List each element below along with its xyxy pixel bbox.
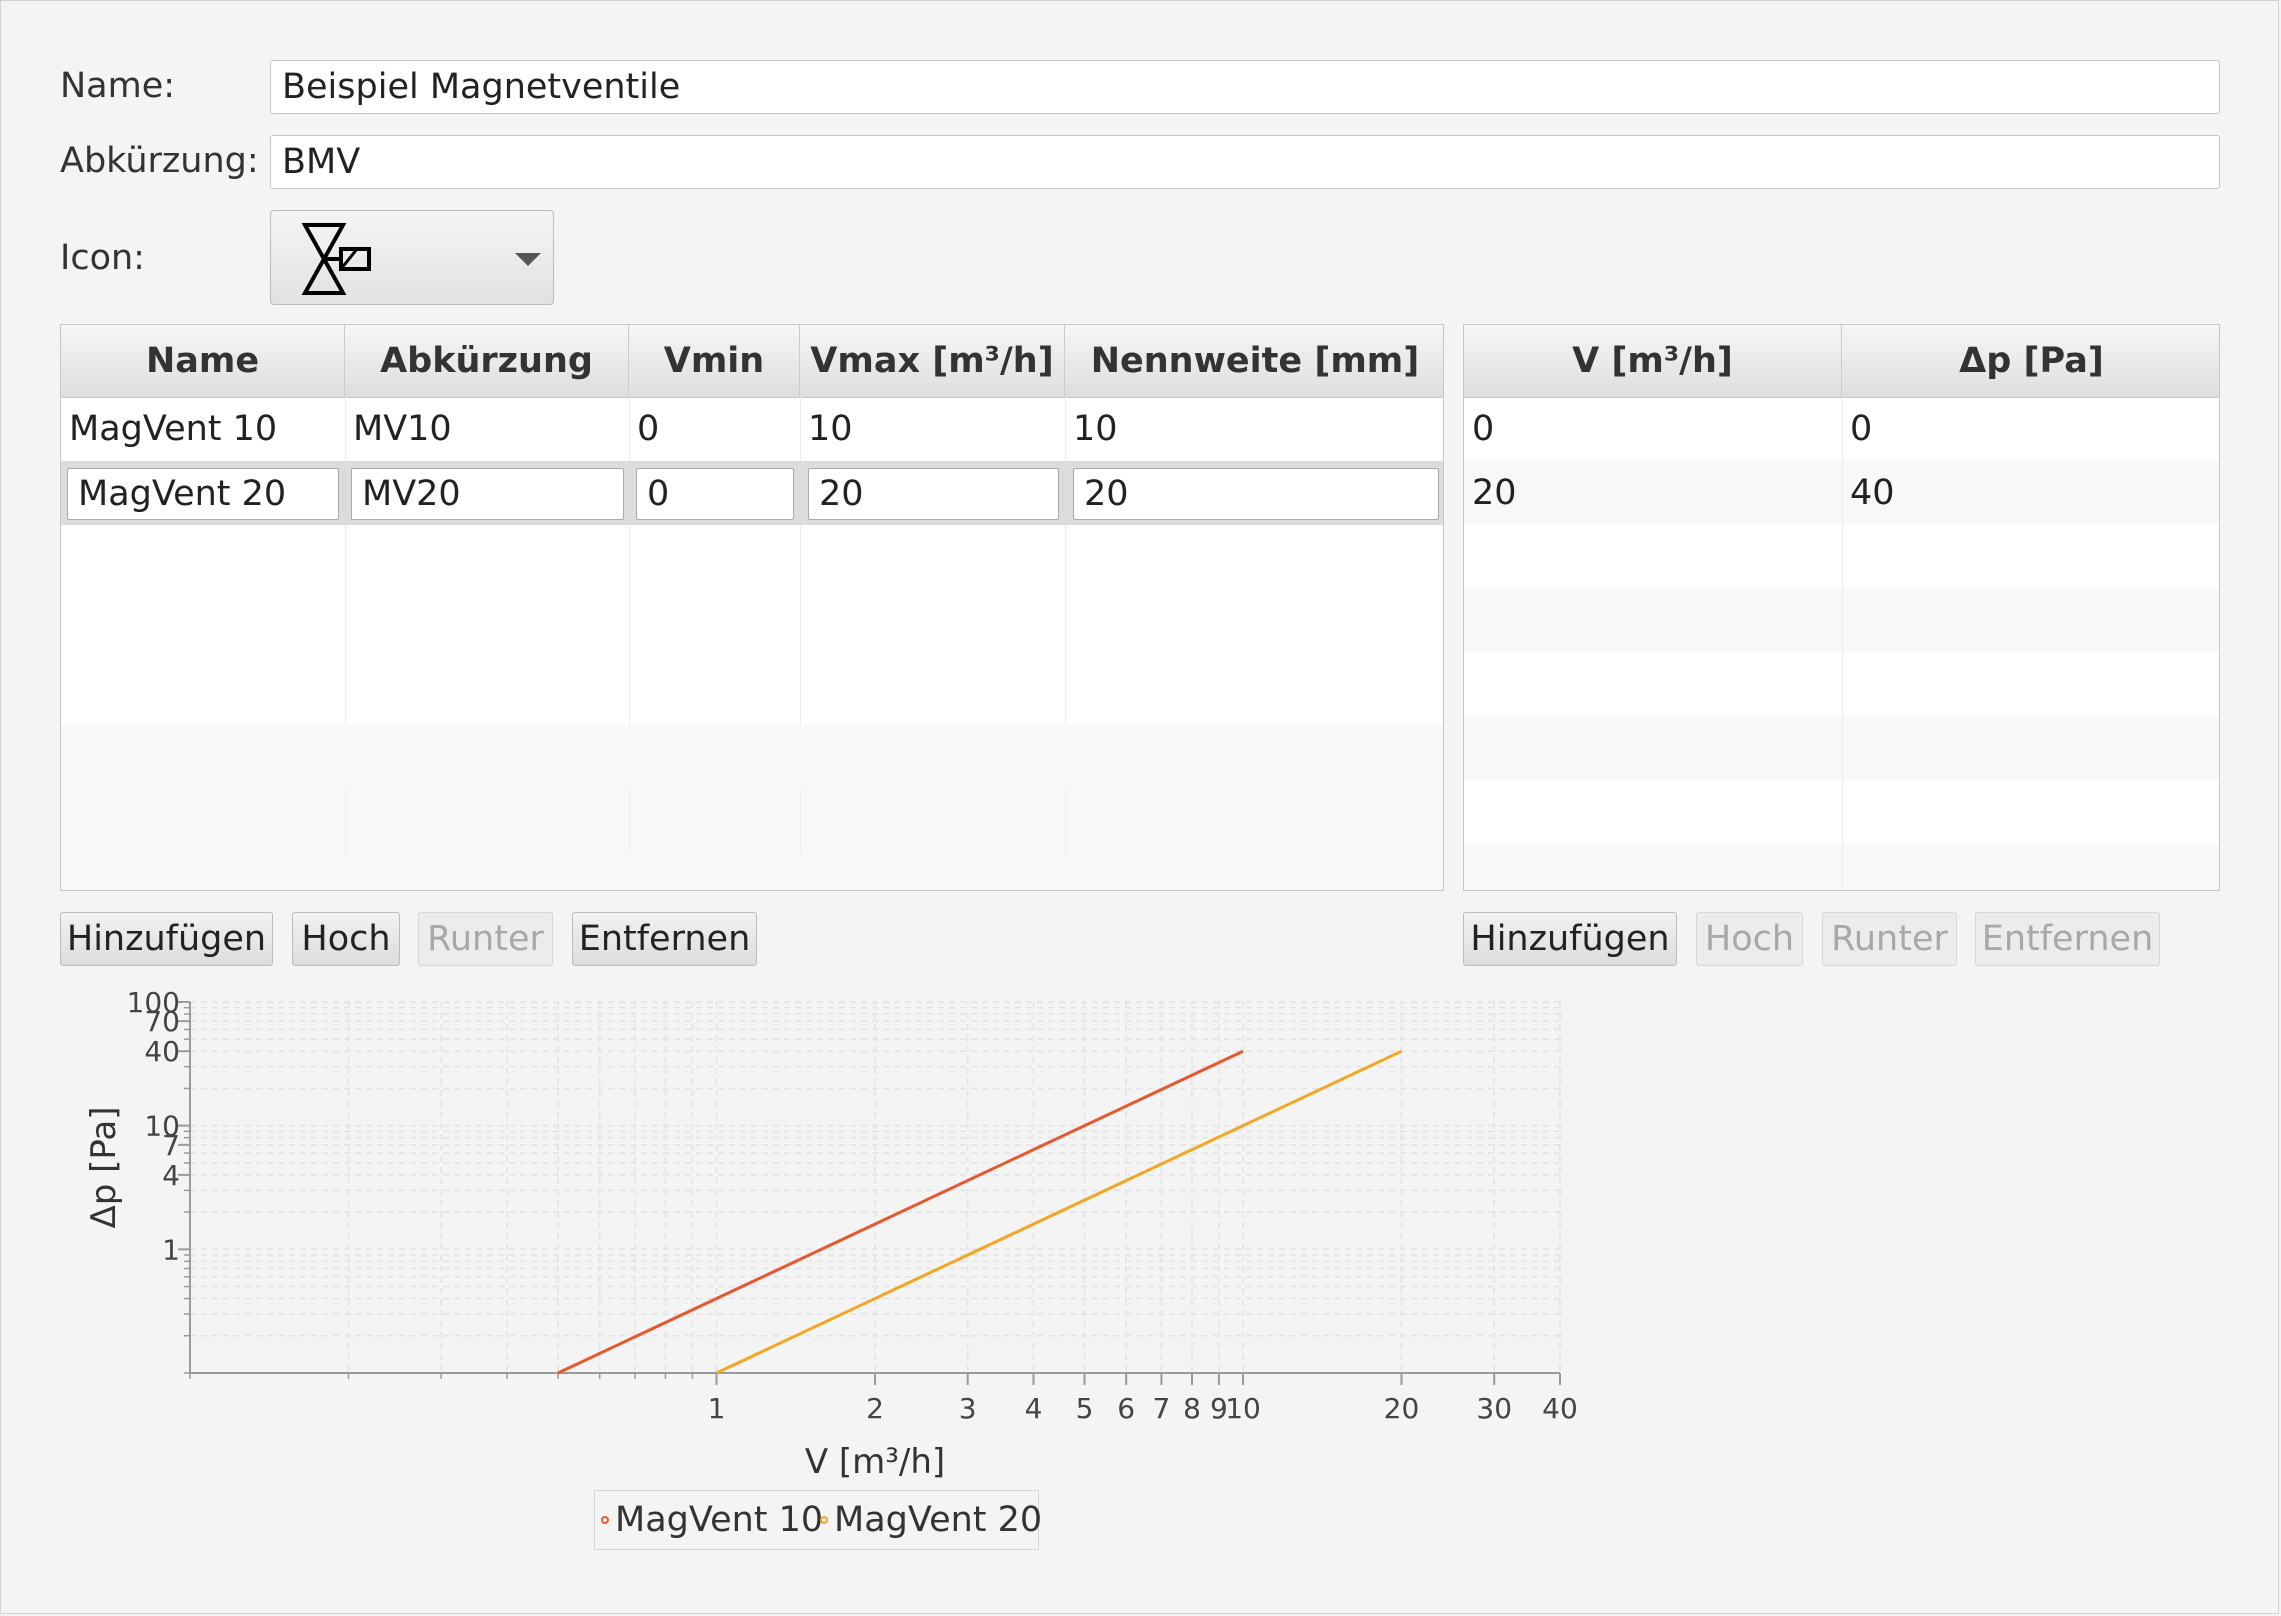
legend-label: MagVent 20 [834, 1500, 1043, 1540]
x-tick-label: 10 [1225, 1392, 1261, 1425]
x-tick-label: 40 [1542, 1392, 1578, 1425]
x-tick-label: 8 [1183, 1392, 1201, 1425]
legend-marker-icon [820, 1516, 828, 1524]
x-tick-label: 30 [1476, 1392, 1512, 1425]
y-tick-label: 1 [162, 1233, 180, 1266]
x-tick-label: 5 [1076, 1392, 1094, 1425]
y-tick-label: 40 [144, 1035, 180, 1068]
y-tick-label: 10 [144, 1110, 180, 1143]
y-axis-label: Δp [Pa] [84, 1107, 124, 1229]
x-tick-label: 4 [1025, 1392, 1043, 1425]
legend-marker-icon [601, 1516, 609, 1524]
x-tick-label: 3 [959, 1392, 977, 1425]
y-tick-label: 4 [162, 1159, 180, 1192]
x-tick-label: 6 [1117, 1392, 1135, 1425]
x-tick-label: 7 [1153, 1392, 1171, 1425]
chart-legend: MagVent 10 MagVent 20 [594, 1490, 1043, 1550]
x-tick-label: 2 [866, 1392, 884, 1425]
x-tick-label: 1 [708, 1392, 726, 1425]
pressure-drop-chart: 1 2 3 4 5 6 7 8 910 20 30 40147104070100V [m³/h]Δp … [84, 986, 1578, 1480]
x-tick-label: 20 [1384, 1392, 1420, 1425]
x-axis-label: V [m³/h] [805, 1442, 945, 1480]
y-tick-label: 100 [127, 986, 180, 1019]
legend-label: MagVent 10 [615, 1500, 824, 1540]
